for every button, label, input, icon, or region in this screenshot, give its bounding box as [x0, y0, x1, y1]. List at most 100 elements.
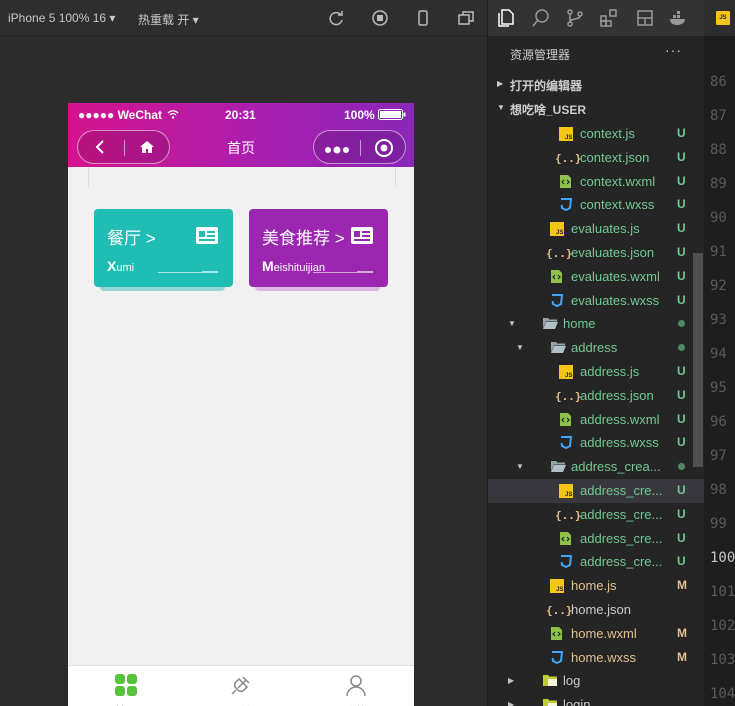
tab-home[interactable]: 首页: [68, 666, 183, 706]
js-file-icon: JS: [559, 483, 575, 499]
git-status-badge: U: [677, 506, 686, 521]
file-name: home.wxss: [571, 649, 637, 665]
line-number: 99: [710, 516, 727, 532]
card-shadow-restaurant: [100, 287, 225, 291]
file-tree-row[interactable]: JS home.js M: [488, 574, 704, 598]
chevron-right-icon: ▶: [508, 700, 515, 706]
panel-layout-icon[interactable]: [635, 8, 655, 28]
folder-open-icon: [550, 459, 566, 475]
git-status-badge: U: [677, 126, 686, 140]
explorer-icon[interactable]: [496, 8, 516, 28]
file-tree-row[interactable]: {..} home.json: [488, 598, 704, 622]
line-number: 91: [710, 244, 727, 260]
file-name: address.json: [580, 387, 654, 403]
device-select[interactable]: iPhone 5 100% 16 ▾: [8, 11, 115, 25]
file-tree-row[interactable]: {..} address_cre... U: [488, 503, 704, 527]
open-editors-label: 打开的编辑器: [510, 79, 583, 93]
file-tree-row[interactable]: ▼ address: [488, 336, 704, 360]
file-name: context.js: [580, 126, 635, 141]
file-tree-row[interactable]: evaluates.wxml U: [488, 265, 704, 289]
file-tree-row[interactable]: JS address_cre... U: [488, 479, 704, 503]
phone-preview-icon[interactable]: [414, 9, 432, 27]
file-tree-row[interactable]: address.wxml U: [488, 408, 704, 432]
file-tree-row[interactable]: ▶ login: [488, 693, 704, 706]
file-tree-row[interactable]: {..} evaluates.json U: [488, 241, 704, 265]
card-food-recommend[interactable]: 美食推荐 > Meishituijian: [249, 209, 388, 287]
file-tree-row[interactable]: context.wxml U: [488, 170, 704, 194]
close-miniprogram-icon[interactable]: [374, 138, 394, 163]
order-plug-icon: [229, 673, 253, 697]
detach-window-icon[interactable]: [457, 9, 475, 27]
git-status-badge: U: [677, 245, 686, 259]
file-name: evaluates.wxml: [571, 268, 660, 284]
file-name: address.wxss: [580, 435, 659, 451]
navigation-bar: 首页: [68, 127, 414, 167]
file-tree-row[interactable]: address_cre... U: [488, 527, 704, 551]
file-name: address: [571, 340, 618, 356]
tab-mine[interactable]: 我的: [298, 666, 413, 706]
battery-icon: [378, 109, 406, 123]
card-underline: [158, 272, 202, 273]
file-tree-row[interactable]: home.wxss M: [488, 646, 704, 670]
file-tree-row[interactable]: {..} address.json U: [488, 384, 704, 408]
line-number: 88: [710, 142, 727, 158]
file-tree-row[interactable]: address.wxss U: [488, 431, 704, 455]
editor-tab-js[interactable]: JS: [704, 0, 735, 36]
source-control-icon[interactable]: [565, 8, 585, 28]
project-section[interactable]: ▼ 想吃啥_USER: [488, 97, 704, 120]
card-restaurant[interactable]: 餐厅 > Xumi: [94, 209, 233, 287]
json-file-icon: {..}: [555, 389, 582, 403]
line-number: 101: [710, 584, 735, 600]
more-dots-icon[interactable]: [324, 142, 350, 160]
file-name: address.wxml: [580, 411, 660, 427]
refresh-icon[interactable]: [327, 9, 345, 27]
project-label: 想吃啥_USER: [510, 103, 587, 117]
file-tree-row[interactable]: home.wxml M: [488, 622, 704, 646]
wxss-file-icon: [559, 435, 575, 451]
tab-orders[interactable]: 订单: [183, 666, 298, 706]
docker-icon[interactable]: [668, 8, 688, 28]
wxml-file-icon: [550, 269, 566, 285]
more-actions-icon[interactable]: ···: [665, 42, 682, 58]
git-status-badge: U: [677, 197, 686, 212]
card-underline: [357, 271, 373, 273]
file-tree-row[interactable]: JS address.js U: [488, 360, 704, 384]
file-tree-row[interactable]: address_cre... U: [488, 550, 704, 574]
file-tree-row[interactable]: evaluates.wxss U: [488, 289, 704, 313]
json-file-icon: {..}: [555, 151, 582, 165]
file-name: address_cre...: [580, 554, 663, 570]
line-number: 96: [710, 414, 727, 430]
svg-text:JS: JS: [565, 373, 572, 379]
git-status-badge: U: [677, 268, 686, 283]
user-icon: [344, 673, 368, 697]
wxss-file-icon: [550, 650, 566, 666]
file-tree-row[interactable]: ▼ home: [488, 312, 704, 336]
file-tree-row[interactable]: JS context.js U: [488, 122, 704, 146]
file-name: home.json: [571, 602, 631, 617]
simulator-area: ●●●●● WeChat 20:31 100% 首页 餐厅 > Xumi 美食推…: [0, 36, 487, 706]
chevron-down-icon: ▼: [516, 343, 524, 353]
wxml-file-icon: [550, 626, 566, 642]
open-editors-section[interactable]: ▶ 打开的编辑器: [488, 73, 704, 96]
wxss-file-icon: [559, 554, 575, 570]
explorer-header: 资源管理器 ···: [488, 36, 704, 70]
file-tree-row[interactable]: ▶ log: [488, 669, 704, 693]
id-card-icon: [196, 227, 218, 249]
wxml-file-icon: [559, 412, 575, 428]
folder-open-icon: [550, 340, 566, 356]
file-tree-row[interactable]: JS evaluates.js U: [488, 217, 704, 241]
git-status-badge: U: [677, 364, 686, 378]
hot-reload-select[interactable]: 热重载 开 ▾: [138, 11, 199, 28]
page-content: 餐厅 > Xumi 美食推荐 > Meishituijian: [68, 167, 414, 665]
stop-icon[interactable]: [371, 9, 389, 27]
file-tree-row[interactable]: {..} context.json U: [488, 146, 704, 170]
git-status-badge: M: [677, 649, 687, 664]
extensions-icon[interactable]: [599, 8, 619, 28]
git-status-badge: U: [677, 149, 686, 164]
file-name: context.wxml: [580, 173, 656, 189]
search-icon[interactable]: [531, 8, 551, 28]
explorer-scrollbar[interactable]: [693, 253, 703, 467]
file-tree-row[interactable]: ▼ address_crea...: [488, 455, 704, 479]
file-tree-row[interactable]: context.wxss U: [488, 193, 704, 217]
line-number: 94: [710, 346, 727, 362]
